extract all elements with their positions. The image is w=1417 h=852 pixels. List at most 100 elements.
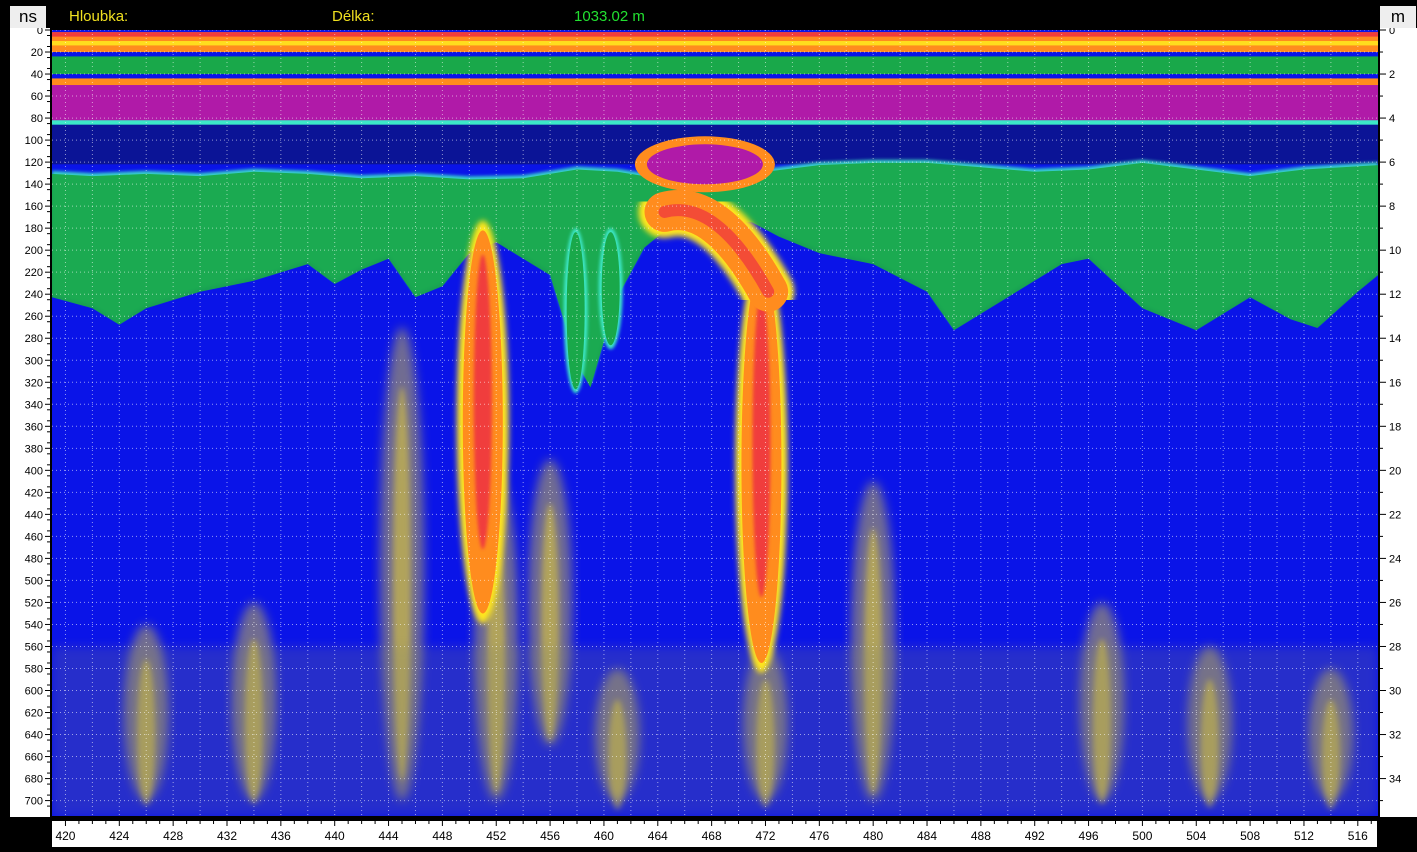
y2-tick-label-16: 32 bbox=[1389, 730, 1401, 742]
y-tick-label-22: 440 bbox=[25, 509, 43, 521]
y-tick-label-29: 580 bbox=[25, 663, 43, 675]
y-tick-label-17: 340 bbox=[25, 399, 43, 411]
y2-tick-label-1: 2 bbox=[1389, 69, 1395, 81]
x-tick-label-12: 468 bbox=[702, 829, 722, 843]
y-tick-label-31: 620 bbox=[25, 708, 43, 720]
y2-tick-label-13: 26 bbox=[1389, 597, 1401, 609]
y-tick-label-12: 240 bbox=[25, 289, 43, 301]
y-tick-label-14: 280 bbox=[25, 333, 43, 345]
y2-tick-label-7: 14 bbox=[1389, 333, 1401, 345]
radargram-svg bbox=[52, 29, 1378, 816]
surface-stripe-yellow bbox=[52, 41, 1378, 46]
x-tick-label-22: 508 bbox=[1240, 829, 1260, 843]
y2-tick-label-6: 12 bbox=[1389, 289, 1401, 301]
length-value: 1033.02 m bbox=[574, 8, 645, 25]
x-tick-label-23: 512 bbox=[1294, 829, 1314, 843]
depth-axis: 0 2 4 6 8 10 12 14 16 18 20 22 24 26 28 30 32 34 bbox=[1379, 25, 1417, 817]
y2-tick-label-4: 8 bbox=[1389, 201, 1395, 213]
x-tick-label-11: 464 bbox=[648, 829, 668, 843]
x-tick-label-16: 484 bbox=[917, 829, 937, 843]
x-tick-label-0: 420 bbox=[55, 829, 75, 843]
header-bar: Hloubka: Délka: 1033.02 m bbox=[0, 0, 1417, 30]
y2-tick-label-11: 22 bbox=[1389, 509, 1401, 521]
y2-tick-label-0: 0 bbox=[1389, 28, 1395, 37]
y-tick-label-35: 700 bbox=[25, 796, 43, 808]
y-tick-label-24: 480 bbox=[25, 553, 43, 565]
lens-body bbox=[646, 144, 763, 185]
surface-top-red bbox=[52, 32, 1378, 37]
depth-label: Hloubka: bbox=[69, 8, 129, 25]
y-tick-label-4: 80 bbox=[31, 113, 43, 125]
anomaly-core-0 bbox=[473, 254, 492, 550]
magenta-bottom-edge bbox=[52, 120, 1378, 125]
x-tick-label-3: 432 bbox=[217, 829, 237, 843]
y2-tick-label-2: 4 bbox=[1389, 113, 1395, 125]
y2-tick-label-9: 18 bbox=[1389, 421, 1401, 433]
y2-tick-label-3: 6 bbox=[1389, 157, 1395, 169]
y-tick-label-16: 320 bbox=[25, 377, 43, 389]
y-tick-label-0: 0 bbox=[37, 28, 43, 37]
y-tick-label-7: 140 bbox=[25, 179, 43, 191]
anomaly-body-5 bbox=[601, 232, 620, 346]
y-tick-label-5: 100 bbox=[25, 135, 43, 147]
y-tick-label-10: 200 bbox=[25, 245, 43, 257]
surface-band-1 bbox=[52, 56, 1378, 75]
x-tick-label-7: 448 bbox=[432, 829, 452, 843]
x-tick-label-18: 492 bbox=[1025, 829, 1045, 843]
y-tick-label-23: 460 bbox=[25, 531, 43, 543]
radargram-plot[interactable] bbox=[52, 29, 1378, 816]
depth-axis-ticks: 0246810121416182022242628303234 bbox=[1380, 25, 1401, 802]
y-tick-label-19: 380 bbox=[25, 443, 43, 455]
y-tick-label-1: 20 bbox=[31, 47, 43, 59]
y-tick-label-34: 680 bbox=[25, 774, 43, 786]
y-tick-label-9: 180 bbox=[25, 223, 43, 235]
distance-axis: 420 424 428 432 436 440 444 448 452 456 460 464 468 4… bbox=[52, 821, 1377, 847]
y2-tick-label-8: 16 bbox=[1389, 377, 1401, 389]
x-tick-label-4: 436 bbox=[271, 829, 291, 843]
deep-noise-band bbox=[52, 646, 1378, 816]
time-axis: 0 20 40 60 80 100 120 140 160 180 200 220 240 260 280 3… bbox=[10, 25, 51, 817]
x-tick-label-17: 488 bbox=[971, 829, 991, 843]
y-tick-label-11: 220 bbox=[25, 267, 43, 279]
y2-tick-label-5: 10 bbox=[1389, 245, 1401, 257]
y-tick-label-25: 500 bbox=[25, 575, 43, 587]
y-tick-label-21: 420 bbox=[25, 487, 43, 499]
x-tick-label-20: 500 bbox=[1132, 829, 1152, 843]
x-tick-label-13: 472 bbox=[755, 829, 775, 843]
y-tick-label-3: 60 bbox=[31, 91, 43, 103]
y2-tick-label-17: 34 bbox=[1389, 774, 1401, 786]
y2-tick-label-14: 28 bbox=[1389, 641, 1401, 653]
right-unit-label: m bbox=[1380, 6, 1416, 28]
x-tick-label-21: 504 bbox=[1186, 829, 1206, 843]
length-label: Délka: bbox=[332, 8, 375, 25]
x-tick-label-15: 480 bbox=[863, 829, 883, 843]
y-tick-label-27: 540 bbox=[25, 619, 43, 631]
x-tick-label-2: 428 bbox=[163, 829, 183, 843]
x-tick-label-8: 452 bbox=[486, 829, 506, 843]
magenta-top-edge bbox=[52, 78, 1378, 86]
y-tick-label-2: 40 bbox=[31, 69, 43, 81]
y-tick-label-15: 300 bbox=[25, 355, 43, 367]
y-tick-label-6: 120 bbox=[25, 157, 43, 169]
x-tick-label-6: 444 bbox=[379, 829, 399, 843]
y-tick-label-32: 640 bbox=[25, 730, 43, 742]
y-tick-label-28: 560 bbox=[25, 641, 43, 653]
distance-axis-ticks: 420 424 428 432 436 440 444 448 452 456 460 464 468 4… bbox=[55, 821, 1372, 843]
time-axis-ticks: 0 20 40 60 80 100 120 140 160 180 200 220 240 260 280 3… bbox=[25, 25, 50, 808]
y2-tick-label-10: 20 bbox=[1389, 465, 1401, 477]
y-tick-label-30: 600 bbox=[25, 686, 43, 698]
anomaly-core-1 bbox=[752, 292, 771, 598]
x-tick-label-14: 476 bbox=[809, 829, 829, 843]
y-tick-label-13: 260 bbox=[25, 311, 43, 323]
left-unit-label: ns bbox=[10, 6, 46, 28]
y-tick-label-8: 160 bbox=[25, 201, 43, 213]
y2-tick-label-12: 24 bbox=[1389, 553, 1401, 565]
x-tick-label-9: 456 bbox=[540, 829, 560, 843]
x-tick-label-5: 440 bbox=[325, 829, 345, 843]
y-tick-label-33: 660 bbox=[25, 752, 43, 764]
y2-tick-label-15: 30 bbox=[1389, 686, 1401, 698]
x-tick-label-1: 424 bbox=[109, 829, 129, 843]
x-tick-label-24: 516 bbox=[1348, 829, 1368, 843]
y-tick-label-20: 400 bbox=[25, 465, 43, 477]
anomaly-body-4 bbox=[566, 232, 585, 390]
